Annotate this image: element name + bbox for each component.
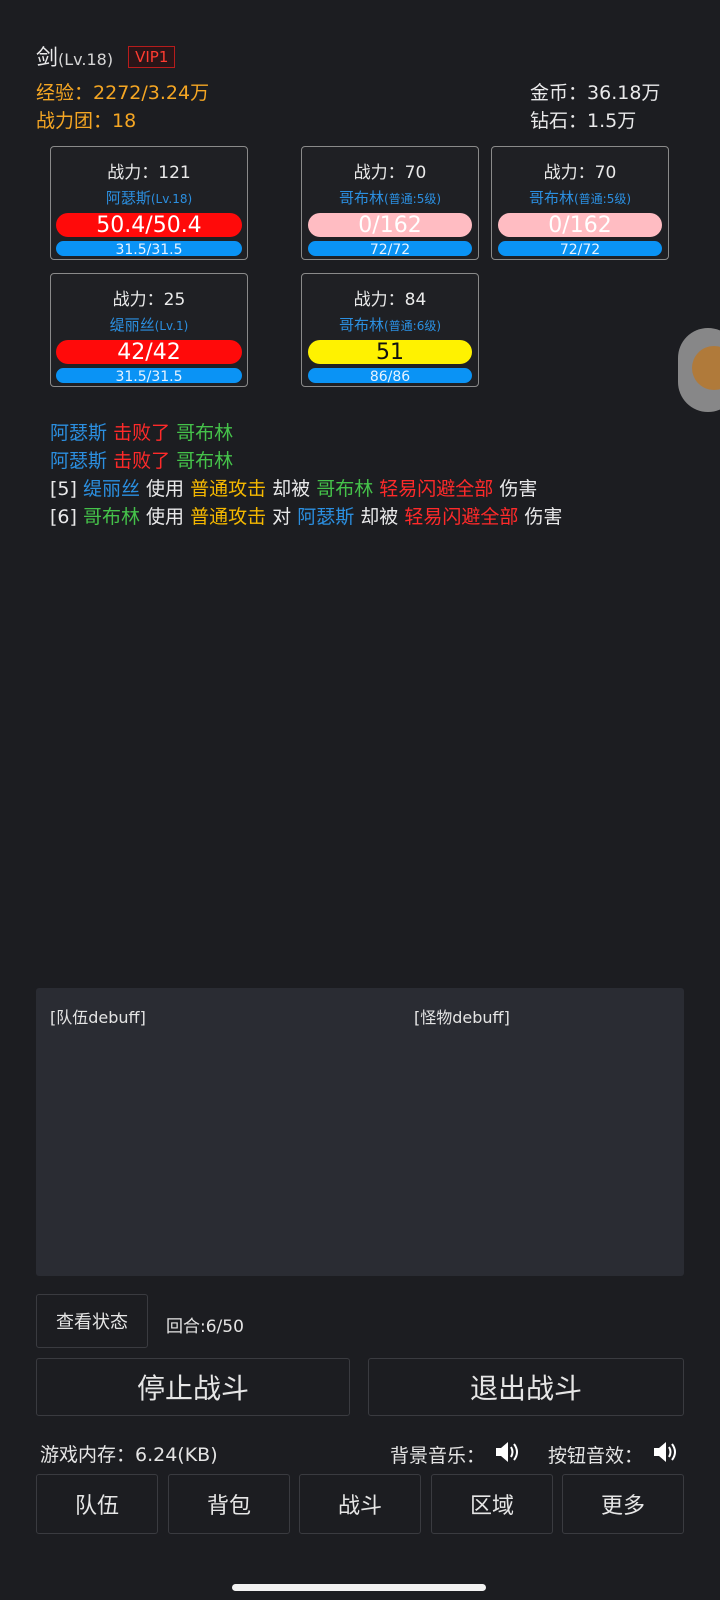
player-level: (Lv.18) (58, 50, 114, 69)
card-power: 战力：84 (353, 290, 427, 310)
team-row: 战力团：18 (36, 106, 136, 133)
mp-bar: 31.5/31.5 (56, 241, 242, 256)
nav-bag[interactable]: 背包 (168, 1474, 290, 1534)
mp-bar: 72/72 (498, 241, 662, 256)
unit-card-enemy[interactable]: 战力：70 哥布林(普通:5级) 0/162 72/72 (491, 146, 669, 260)
vip-badge: VIP1 (128, 46, 176, 68)
bgm-label: 背景音乐： (390, 1445, 486, 1467)
diamond-value: 1.5万 (587, 110, 637, 132)
hp-bar: 0/162 (308, 213, 472, 237)
sfx-label: 按钮音效： (548, 1445, 644, 1467)
exp-row: 经验：2272/3.24万 (36, 78, 209, 105)
unit-card-enemy[interactable]: 战力：84 哥布林(普通:6级) 51 86/86 (301, 273, 479, 387)
card-power: 战力：70 (353, 163, 427, 183)
card-name: 阿瑟斯(Lv.18) (105, 189, 193, 207)
gold-row: 金币：36.18万 (530, 78, 660, 105)
log-line: [5] 缇丽丝 使用 普通攻击 却被 哥布林 轻易闪避全部 伤害 (50, 478, 538, 500)
card-name: 哥布林(普通:5级) (528, 189, 632, 207)
card-name: 哥布林(普通:5级) (338, 189, 442, 207)
gold-value: 36.18万 (587, 82, 661, 104)
view-status-button[interactable]: 查看状态 (36, 1294, 148, 1348)
exit-battle-button[interactable]: 退出战斗 (368, 1358, 684, 1416)
card-power: 战力：25 (112, 290, 186, 310)
nav-more[interactable]: 更多 (562, 1474, 684, 1534)
debuff-panel: [队伍debuff] [怪物debuff] (36, 988, 684, 1276)
diamond-row: 钻石：1.5万 (530, 106, 636, 133)
stop-battle-button[interactable]: 停止战斗 (36, 1358, 350, 1416)
unit-card-player[interactable]: 战力：121 阿瑟斯(Lv.18) 50.4/50.4 31.5/31.5 (50, 146, 248, 260)
log-line: 阿瑟斯 击败了 哥布林 (50, 450, 234, 472)
exp-value: 2272/3.24万 (93, 82, 210, 104)
card-name: 哥布林(普通:6级) (338, 316, 442, 334)
log-line: 阿瑟斯 击败了 哥布林 (50, 422, 234, 444)
unit-card-ally[interactable]: 战力：25 缇丽丝(Lv.1) 42/42 31.5/31.5 (50, 273, 248, 387)
hp-bar: 0/162 (498, 213, 662, 237)
card-name: 缇丽丝(Lv.1) (109, 316, 189, 334)
player-title: 剑(Lv.18) VIP1 (36, 40, 176, 72)
card-power: 战力：121 (107, 163, 191, 183)
gold-label: 金币： (530, 82, 588, 104)
card-power: 战力：70 (543, 163, 617, 183)
diamond-label: 钻石： (530, 110, 588, 132)
hp-bar: 42/42 (56, 340, 242, 364)
speaker-icon[interactable] (652, 1440, 678, 1468)
memory-usage: 游戏内存：6.24(KB) (40, 1444, 218, 1466)
nav-area[interactable]: 区域 (431, 1474, 553, 1534)
hp-bar: 50.4/50.4 (56, 213, 242, 237)
nav-team[interactable]: 队伍 (36, 1474, 158, 1534)
home-indicator[interactable] (232, 1584, 486, 1591)
mp-bar: 86/86 (308, 368, 472, 383)
nav-battle[interactable]: 战斗 (299, 1474, 421, 1534)
team-debuff-label: [队伍debuff] (50, 1008, 146, 1027)
mp-bar: 31.5/31.5 (56, 368, 242, 383)
round-counter: 回合:6/50 (166, 1317, 244, 1337)
player-name: 剑 (36, 46, 59, 71)
team-label: 战力团： (36, 110, 113, 132)
unit-card-enemy[interactable]: 战力：70 哥布林(普通:5级) 0/162 72/72 (301, 146, 479, 260)
speaker-icon[interactable] (494, 1440, 520, 1468)
hp-bar: 51 (308, 340, 472, 364)
mp-bar: 72/72 (308, 241, 472, 256)
log-line: [6] 哥布林 使用 普通攻击 对 阿瑟斯 却被 轻易闪避全部 伤害 (50, 506, 563, 528)
monster-debuff-label: [怪物debuff] (414, 1008, 510, 1027)
team-value: 18 (112, 110, 137, 132)
exp-label: 经验： (36, 82, 94, 104)
